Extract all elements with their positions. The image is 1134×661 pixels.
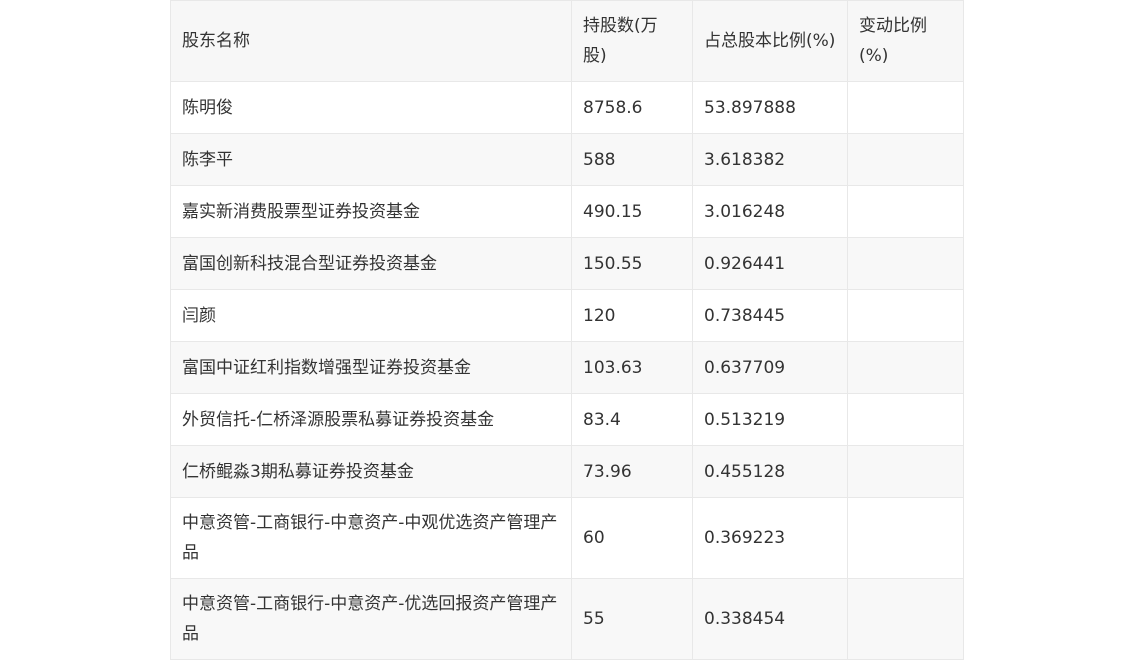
cell-ratio: 0.637709 — [692, 341, 848, 394]
cell-change — [847, 185, 964, 238]
table-row: 陈李平 588 3.618382 — [170, 133, 964, 186]
cell-name: 外贸信托-仁桥泽源股票私募证券投资基金 — [170, 393, 572, 446]
table-row: 陈明俊 8758.6 53.897888 — [170, 81, 964, 134]
cell-name: 富国中证红利指数增强型证券投资基金 — [170, 341, 572, 394]
cell-shares: 83.4 — [571, 393, 693, 446]
header-change: 变动比例(%) — [847, 0, 964, 82]
cell-ratio: 0.926441 — [692, 237, 848, 290]
shareholder-table: 股东名称 持股数(万股) 占总股本比例(%) 变动比例(%) 陈明俊 8758.… — [170, 0, 964, 660]
cell-change — [847, 81, 964, 134]
cell-name: 中意资管-工商银行-中意资产-中观优选资产管理产品 — [170, 497, 572, 579]
cell-shares: 55 — [571, 578, 693, 660]
cell-name: 陈明俊 — [170, 81, 572, 134]
cell-shares: 588 — [571, 133, 693, 186]
cell-ratio: 0.513219 — [692, 393, 848, 446]
table-row: 嘉实新消费股票型证券投资基金 490.15 3.016248 — [170, 185, 964, 238]
cell-name: 嘉实新消费股票型证券投资基金 — [170, 185, 572, 238]
cell-ratio: 3.618382 — [692, 133, 848, 186]
cell-change — [847, 341, 964, 394]
table-row: 仁桥鲲淼3期私募证券投资基金 73.96 0.455128 — [170, 445, 964, 498]
cell-change — [847, 289, 964, 342]
table-body: 陈明俊 8758.6 53.897888 陈李平 588 3.618382 嘉实… — [170, 81, 964, 660]
cell-change — [847, 393, 964, 446]
table-row: 外贸信托-仁桥泽源股票私募证券投资基金 83.4 0.513219 — [170, 393, 964, 446]
table-header: 股东名称 持股数(万股) 占总股本比例(%) 变动比例(%) — [170, 0, 964, 82]
shareholder-table-container: 股东名称 持股数(万股) 占总股本比例(%) 变动比例(%) 陈明俊 8758.… — [170, 0, 964, 660]
cell-shares: 150.55 — [571, 237, 693, 290]
table-row: 中意资管-工商银行-中意资产-中观优选资产管理产品 60 0.369223 — [170, 497, 964, 579]
cell-shares: 103.63 — [571, 341, 693, 394]
cell-ratio: 0.369223 — [692, 497, 848, 579]
cell-shares: 8758.6 — [571, 81, 693, 134]
table-row: 富国创新科技混合型证券投资基金 150.55 0.926441 — [170, 237, 964, 290]
table-row: 闫颜 120 0.738445 — [170, 289, 964, 342]
cell-name: 仁桥鲲淼3期私募证券投资基金 — [170, 445, 572, 498]
cell-shares: 120 — [571, 289, 693, 342]
cell-change — [847, 445, 964, 498]
cell-name: 中意资管-工商银行-中意资产-优选回报资产管理产品 — [170, 578, 572, 660]
cell-name: 陈李平 — [170, 133, 572, 186]
header-ratio: 占总股本比例(%) — [692, 0, 848, 82]
header-shares: 持股数(万股) — [571, 0, 693, 82]
cell-change — [847, 133, 964, 186]
cell-change — [847, 578, 964, 660]
cell-name: 闫颜 — [170, 289, 572, 342]
header-shareholder-name: 股东名称 — [170, 0, 572, 82]
cell-shares: 60 — [571, 497, 693, 579]
cell-ratio: 3.016248 — [692, 185, 848, 238]
table-row: 中意资管-工商银行-中意资产-优选回报资产管理产品 55 0.338454 — [170, 578, 964, 660]
cell-shares: 73.96 — [571, 445, 693, 498]
table-row: 富国中证红利指数增强型证券投资基金 103.63 0.637709 — [170, 341, 964, 394]
cell-shares: 490.15 — [571, 185, 693, 238]
cell-ratio: 0.455128 — [692, 445, 848, 498]
cell-ratio: 0.738445 — [692, 289, 848, 342]
cell-name: 富国创新科技混合型证券投资基金 — [170, 237, 572, 290]
cell-ratio: 53.897888 — [692, 81, 848, 134]
cell-change — [847, 497, 964, 579]
cell-ratio: 0.338454 — [692, 578, 848, 660]
header-row: 股东名称 持股数(万股) 占总股本比例(%) 变动比例(%) — [170, 0, 964, 82]
cell-change — [847, 237, 964, 290]
